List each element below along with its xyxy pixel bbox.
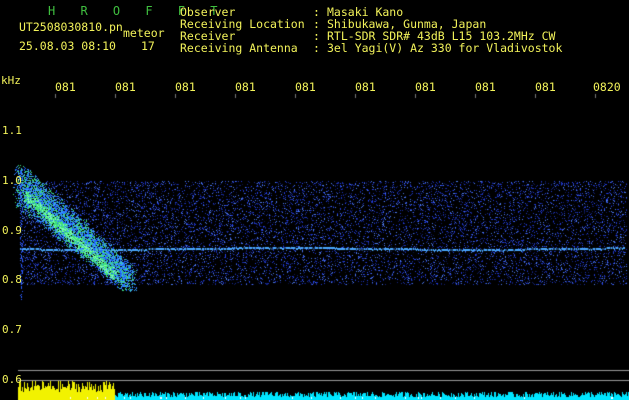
y-tick-label: 0.9 — [2, 224, 22, 237]
x-tick-label: 081 — [175, 80, 196, 94]
y-tick-label: 0.8 — [2, 273, 22, 286]
x-tick-label: 081 — [115, 80, 136, 94]
antenna-sep: : — [313, 41, 320, 55]
meteor-count: 17 — [141, 39, 155, 53]
x-tick-label: 081 — [355, 80, 376, 94]
x-tick-label: 081 — [295, 80, 316, 94]
y-tick-label: 1.0 — [2, 174, 22, 187]
x-tick-label: 081 — [55, 80, 76, 94]
file-suffix: meteor — [123, 26, 165, 40]
x-tick-label: 081 — [235, 80, 256, 94]
antenna-value: 3el Yagi(V) Az 330 for Vladivostok — [327, 41, 563, 55]
file-name: UT2508030810.pn — [19, 20, 123, 34]
capture-datetime: 25.08.03 08:10 — [19, 39, 116, 53]
y-tick-label: 1.1 — [2, 124, 22, 137]
y-tick-label: 0.7 — [2, 323, 22, 336]
spectrogram-canvas — [0, 0, 629, 400]
antenna-label: Receiving Antenna — [180, 41, 298, 55]
hrofft-spectrogram-window: H R O F F T UT2508030810.pn meteor 25.08… — [0, 0, 629, 400]
y-axis-unit: kHz — [1, 74, 21, 87]
x-tick-label: 0820 — [593, 80, 621, 94]
x-tick-label: 081 — [535, 80, 556, 94]
x-tick-label: 081 — [415, 80, 436, 94]
y-tick-label: 0.6 — [2, 373, 22, 386]
x-tick-label: 081 — [475, 80, 496, 94]
